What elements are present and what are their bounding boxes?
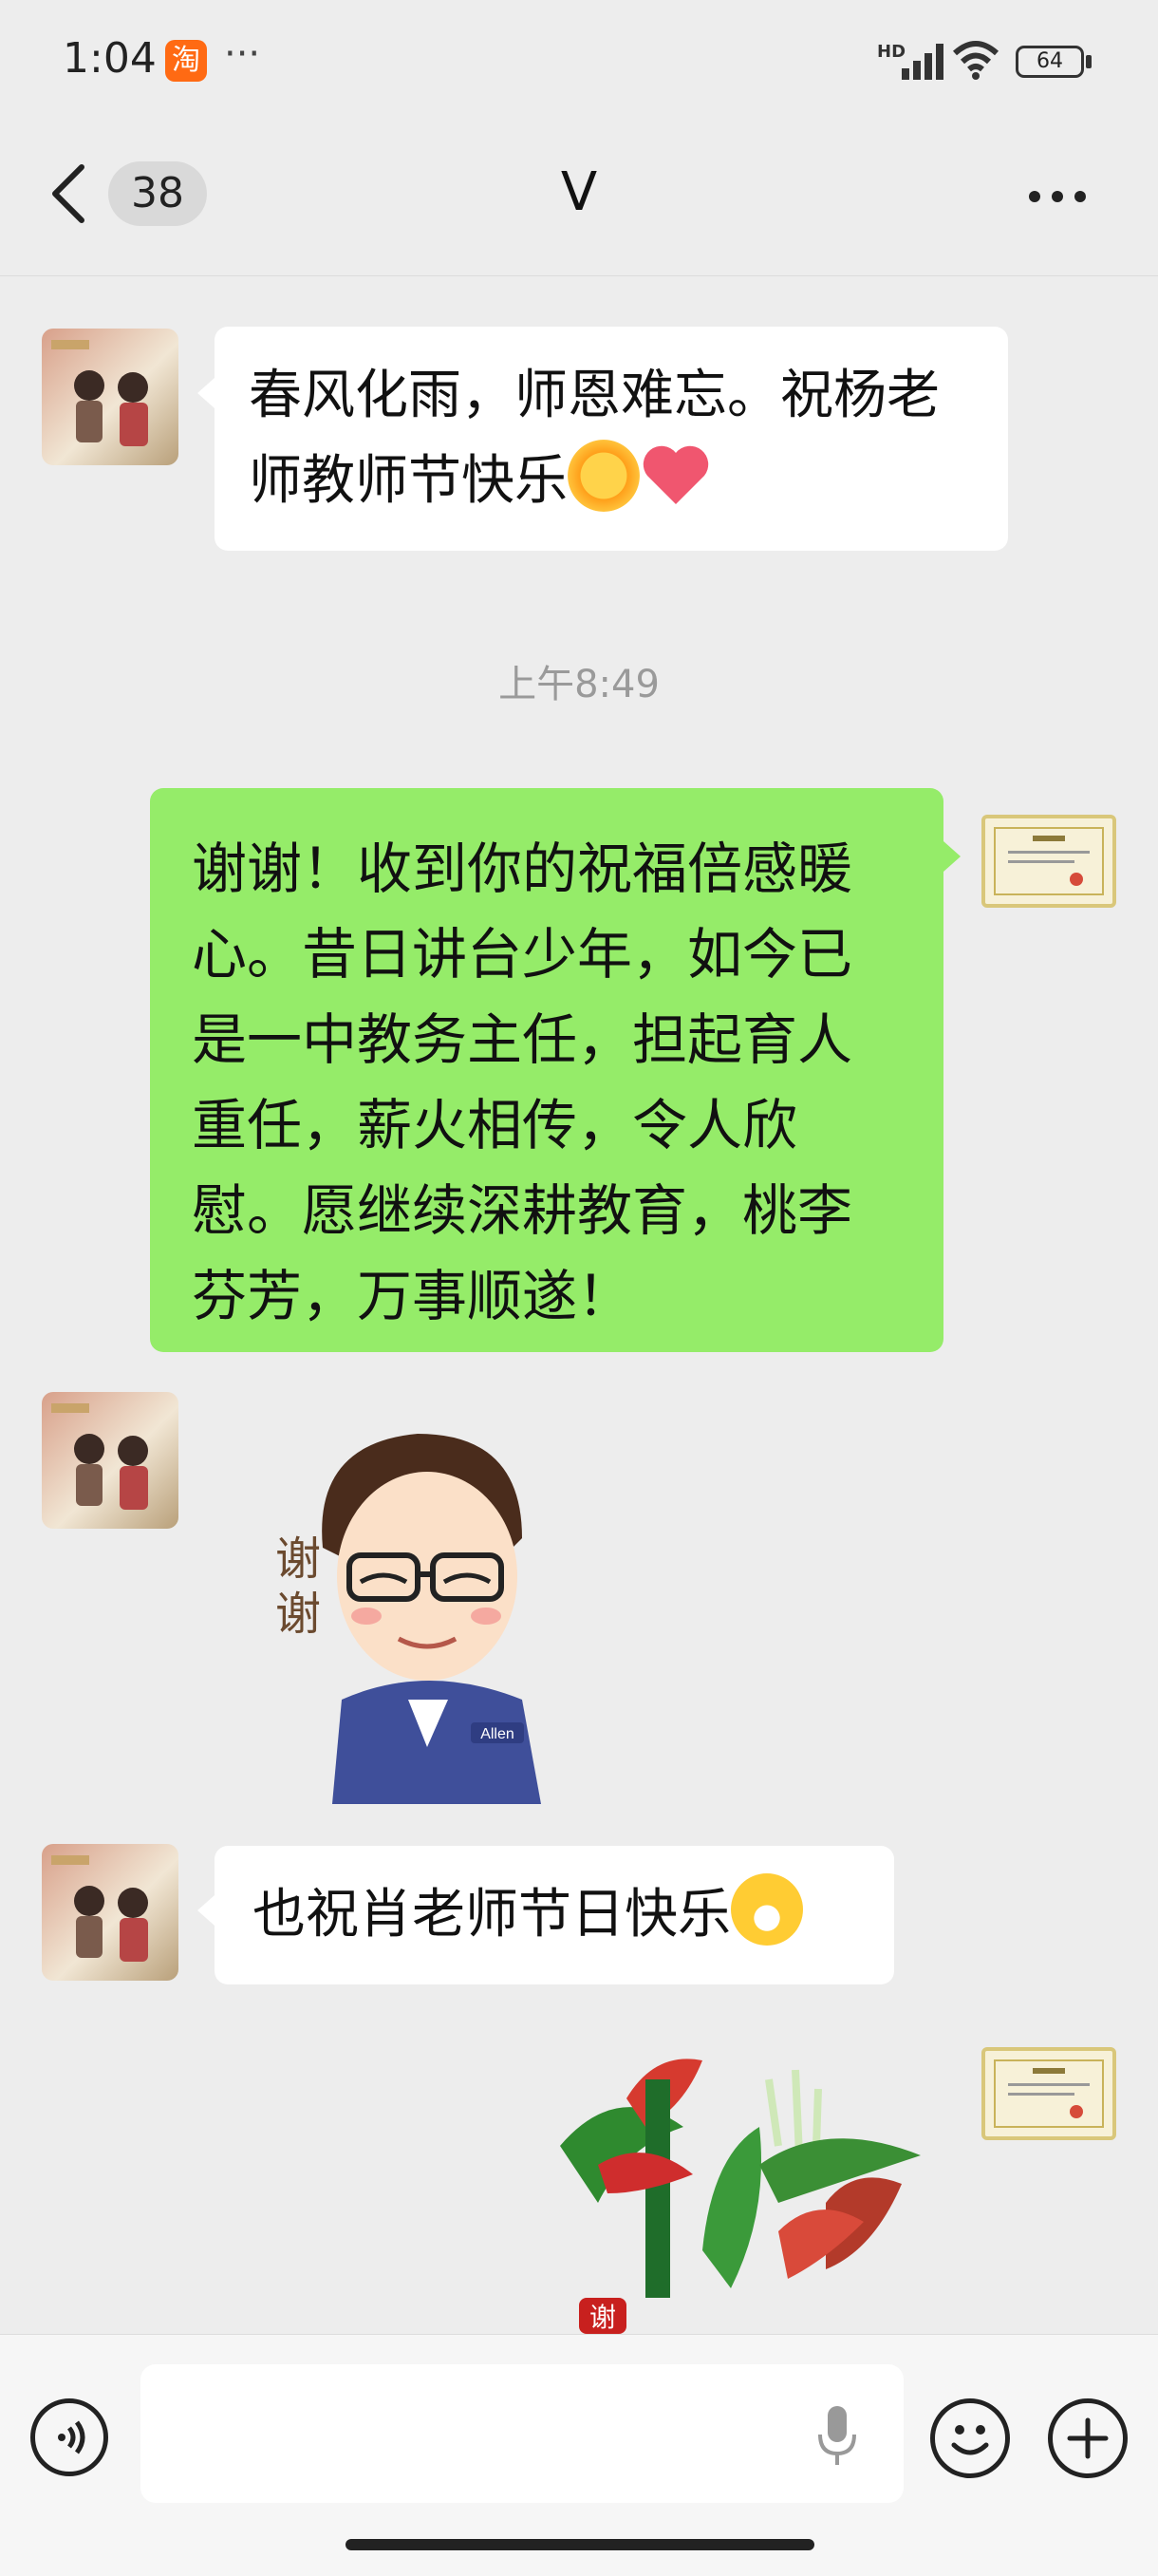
chat-title: V	[560, 161, 598, 223]
bubble-tail	[197, 1895, 215, 1926]
sticker-text-bottom: 谢	[275, 1588, 321, 1641]
microphone-icon[interactable]	[814, 2402, 860, 2471]
message-timestamp: 上午8:49	[498, 663, 660, 706]
sticker-text-top: 谢	[275, 1532, 321, 1586]
battery-icon: 64	[1016, 46, 1084, 78]
home-indicator[interactable]	[346, 2539, 814, 2550]
heart-emoji	[643, 445, 709, 504]
status-time: 1:04	[63, 34, 157, 83]
message-bubble-received[interactable]: 也祝肖老师节日快乐	[215, 1846, 894, 1984]
sun-emoji	[568, 440, 640, 512]
emoji-icon	[951, 2425, 989, 2455]
taobao-app-icon: 淘	[165, 40, 207, 82]
emoji-button[interactable]	[930, 2398, 1010, 2478]
my-avatar[interactable]	[981, 2047, 1116, 2140]
voice-input-button[interactable]	[30, 2398, 108, 2476]
signal-icon	[902, 44, 943, 80]
contact-avatar[interactable]	[42, 329, 178, 465]
contact-avatar[interactable]	[42, 1844, 178, 1981]
voice-icon	[58, 2420, 85, 2454]
grin-emoji	[731, 1873, 803, 1946]
message-bubble-received[interactable]: 春风化雨，师恩难忘。祝杨老师教师节快乐	[215, 327, 1008, 551]
bubble-tail	[197, 378, 215, 408]
wifi-icon	[952, 41, 999, 80]
thank-you-sticker[interactable]: Allen 谢 谢	[237, 1415, 598, 1804]
message-input[interactable]	[140, 2364, 904, 2503]
sticker-badge-text: Allen	[480, 1726, 514, 1742]
more-functions-button[interactable]	[1048, 2398, 1128, 2478]
more-options-icon[interactable]	[1029, 188, 1097, 206]
message-text: 也祝肖老师节日快乐	[252, 1884, 731, 1946]
unread-count-badge[interactable]: 38	[108, 161, 207, 226]
status-more-indicator: ···	[224, 32, 261, 76]
battery-tip	[1086, 55, 1092, 68]
my-avatar[interactable]	[981, 815, 1116, 908]
message-bubble-sent[interactable]: 谢谢！收到你的祝福倍感暖心。昔日讲台少年，如今已是一中教务主任，担起育人重任，薪…	[150, 788, 943, 1352]
message-text: 谢谢！收到你的祝福倍感暖心。昔日讲台少年，如今已是一中教务主任，担起育人重任，薪…	[192, 837, 853, 1328]
contact-avatar[interactable]	[42, 1392, 178, 1529]
flower-thanks-sticker[interactable]: 谢	[541, 2041, 940, 2334]
bubble-tail	[943, 841, 961, 872]
plus-icon	[1067, 2417, 1109, 2459]
sticker-seal-text: 谢	[589, 2302, 616, 2333]
back-icon[interactable]	[49, 163, 87, 224]
